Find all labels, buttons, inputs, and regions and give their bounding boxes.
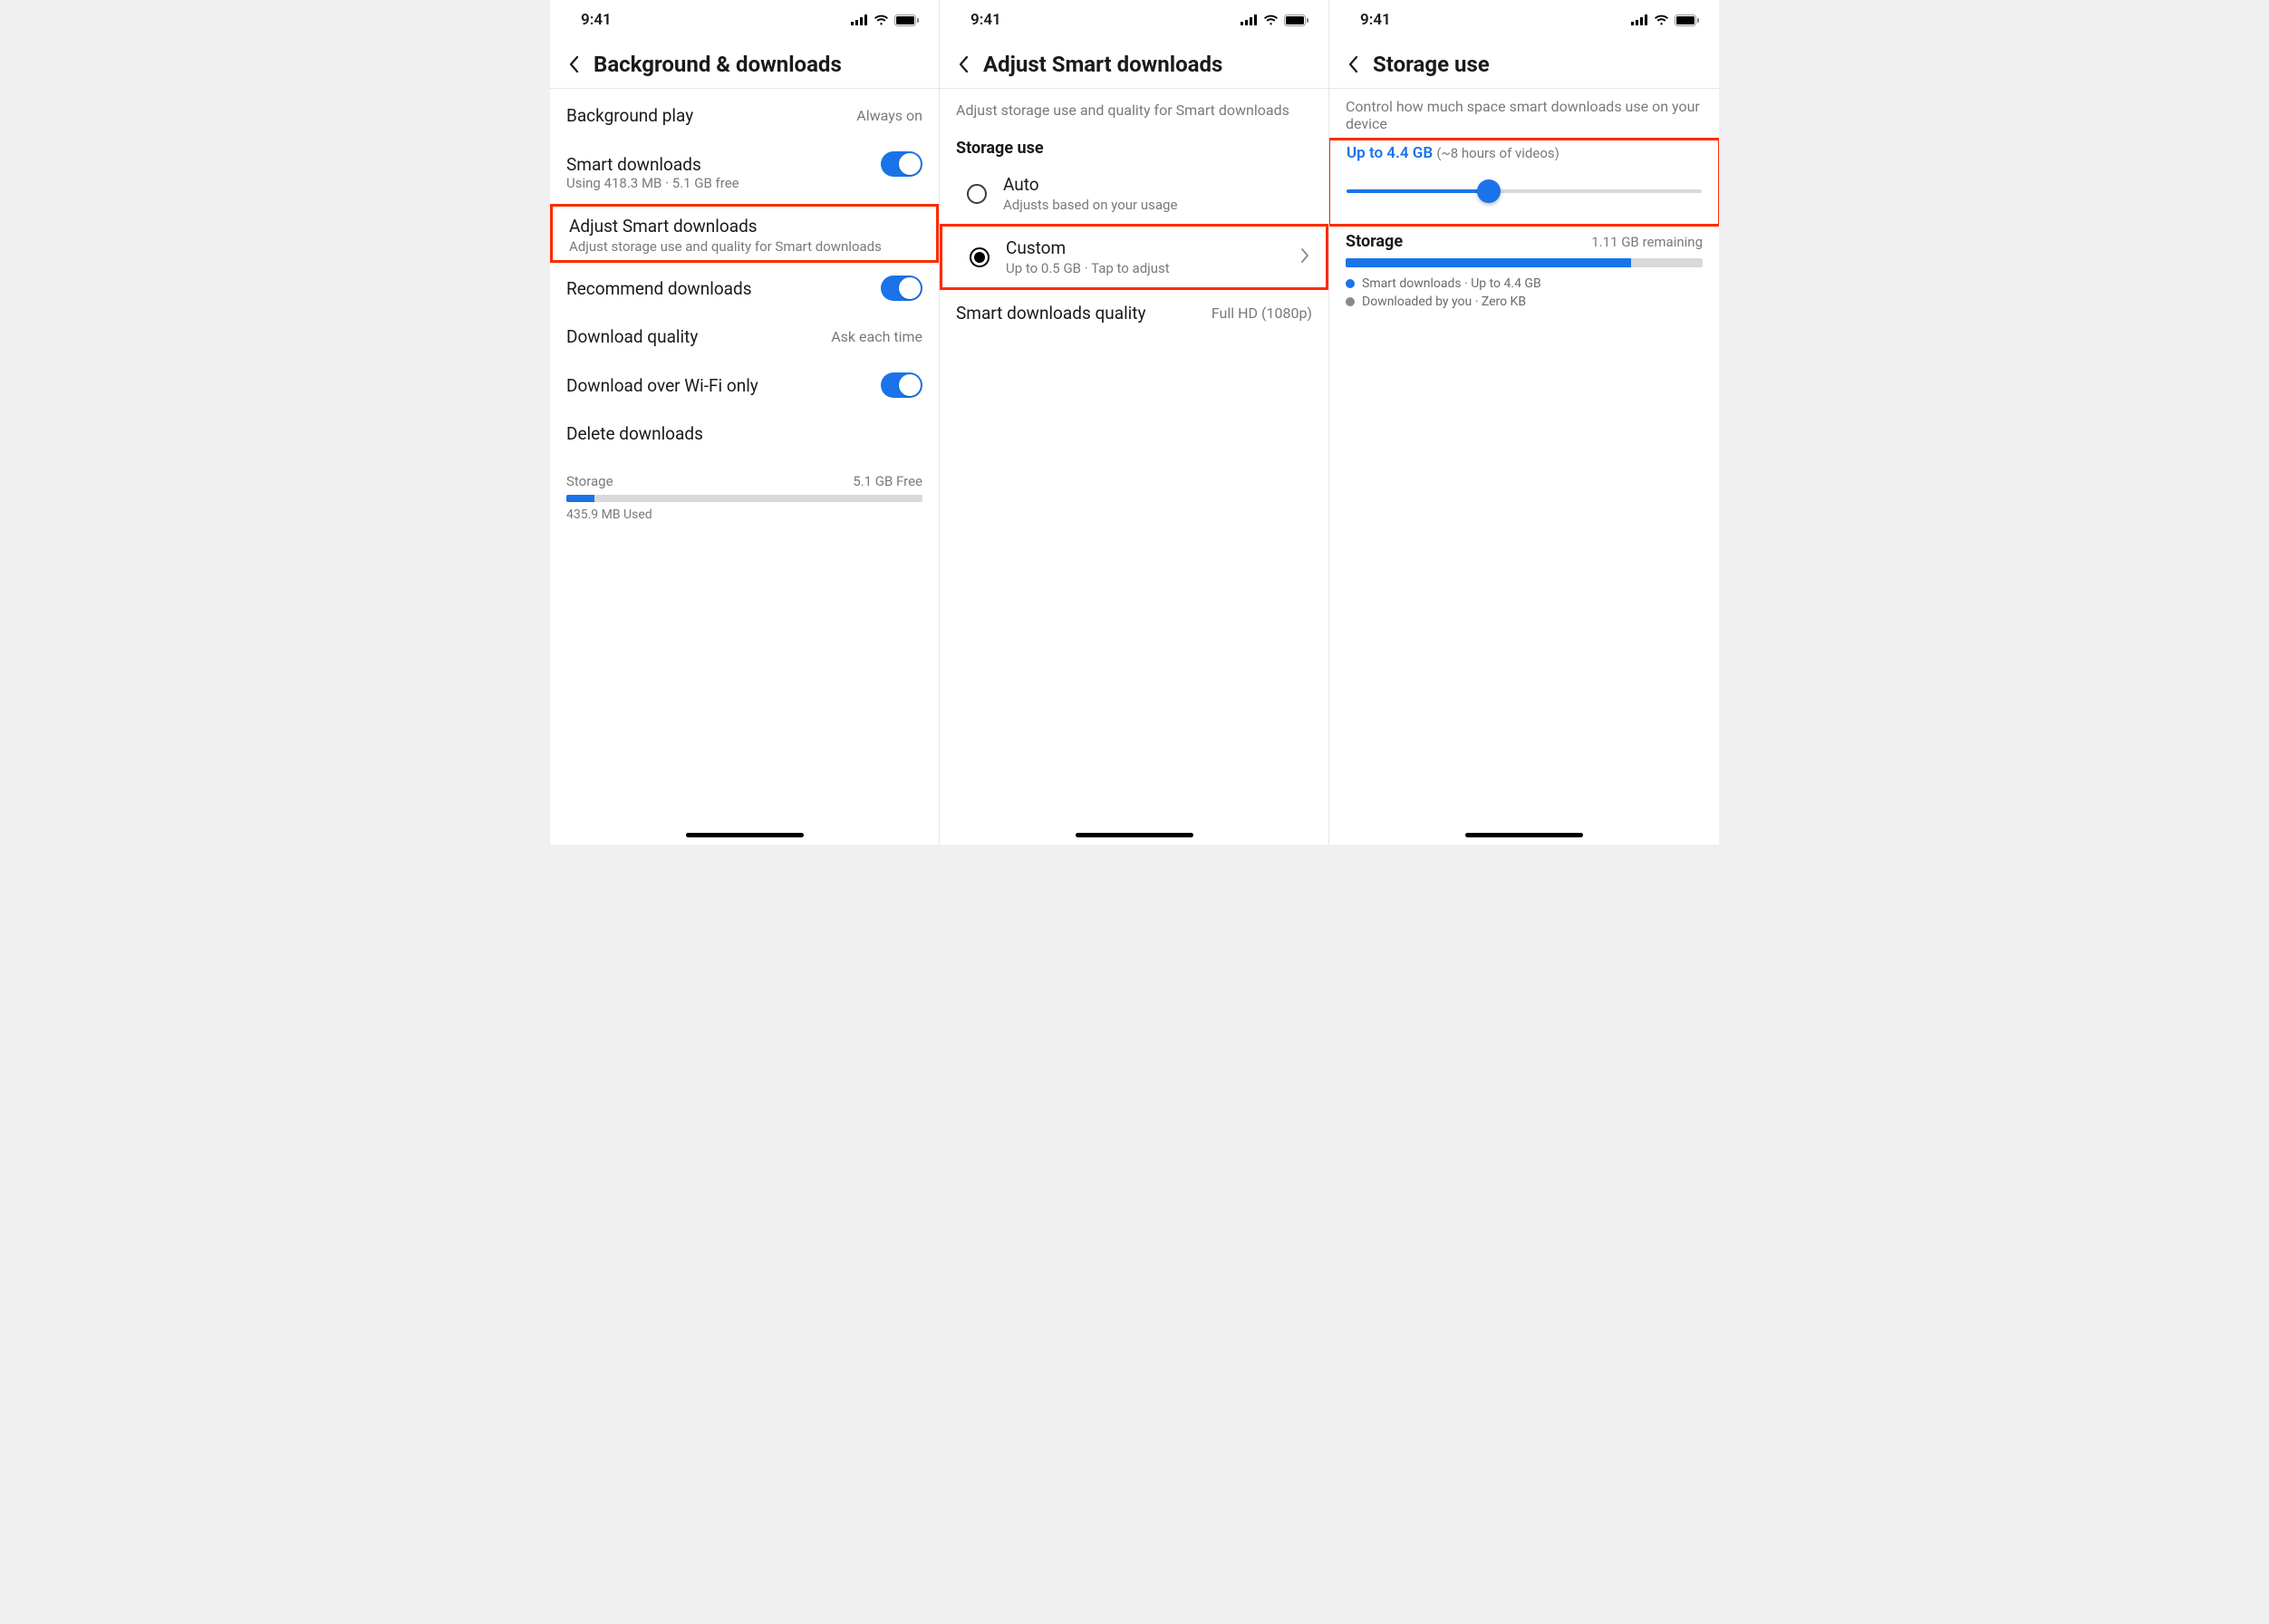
storage-bar xyxy=(566,495,922,502)
wifi-icon xyxy=(874,14,889,25)
custom-label: Custom xyxy=(1006,237,1309,258)
storage-use-section: Storage use xyxy=(940,124,1328,163)
battery-icon xyxy=(1284,14,1308,26)
legend2-text: Downloaded by you · Zero KB xyxy=(1362,295,1526,309)
dot-gray-icon xyxy=(1346,297,1355,306)
status-time: 9:41 xyxy=(1360,11,1391,29)
back-button[interactable] xyxy=(1342,53,1364,75)
custom-sub: Up to 0.5 GB · Tap to adjust xyxy=(1006,260,1309,276)
chevron-left-icon xyxy=(958,55,969,73)
storage-used: 435.9 MB Used xyxy=(566,508,922,522)
storage-section: Storage 5.1 GB Free 435.9 MB Used xyxy=(550,464,939,531)
dl-quality-value: Ask each time xyxy=(831,328,922,345)
delete-downloads-row[interactable]: Delete downloads xyxy=(550,411,939,457)
wifi-icon xyxy=(1654,14,1669,25)
background-play-value: Always on xyxy=(856,107,922,124)
slider-thumb[interactable] xyxy=(1477,179,1501,203)
slider-fill xyxy=(1347,189,1489,193)
status-icons xyxy=(1241,14,1308,26)
status-icons xyxy=(1631,14,1699,26)
smart-downloads-toggle[interactable] xyxy=(881,151,922,177)
page-desc: Control how much space smart downloads u… xyxy=(1329,89,1719,138)
smart-quality-label: Smart downloads quality xyxy=(956,303,1146,324)
legend-smart-downloads: Smart downloads · Up to 4.4 GB xyxy=(1346,276,1703,291)
cellular-icon xyxy=(1631,14,1648,25)
status-time: 9:41 xyxy=(970,11,1001,29)
radio-selected-icon xyxy=(970,247,990,267)
chevron-right-icon xyxy=(1301,248,1309,266)
header: Background & downloads xyxy=(550,40,939,89)
recommend-toggle[interactable] xyxy=(881,276,922,301)
smart-quality-value: Full HD (1080p) xyxy=(1212,304,1312,322)
cellular-icon xyxy=(851,14,868,25)
slider-value: Up to 4.4 GB xyxy=(1347,144,1436,162)
back-button[interactable] xyxy=(952,53,974,75)
auto-sub: Adjusts based on your usage xyxy=(1003,197,1312,213)
dot-blue-icon xyxy=(1346,279,1355,288)
header: Adjust Smart downloads xyxy=(940,40,1328,89)
battery-icon xyxy=(894,14,919,26)
adjust-smart-sub: Adjust storage use and quality for Smart… xyxy=(569,238,920,255)
status-time: 9:41 xyxy=(581,11,612,29)
smart-downloads-sub: Using 418.3 MB · 5.1 GB free xyxy=(550,175,939,204)
screen-background-downloads: 9:41 Background & downloads Background p… xyxy=(550,0,940,845)
header: Storage use xyxy=(1329,40,1719,89)
cellular-icon xyxy=(1241,14,1258,25)
chevron-left-icon xyxy=(1347,55,1358,73)
storage-auto-option[interactable]: Auto Adjusts based on your usage xyxy=(940,163,1328,224)
status-bar: 9:41 xyxy=(1329,0,1719,40)
screen-storage-use: 9:41 Storage use Control how much space … xyxy=(1329,0,1719,845)
radio-unselected-icon xyxy=(967,184,987,204)
slider-note: (~8 hours of videos) xyxy=(1436,145,1559,161)
home-indicator[interactable] xyxy=(686,833,804,837)
smart-quality-row[interactable]: Smart downloads quality Full HD (1080p) xyxy=(940,290,1328,336)
storage-slider[interactable] xyxy=(1347,179,1702,204)
status-icons xyxy=(851,14,919,26)
status-bar: 9:41 xyxy=(940,0,1328,40)
storage-fill xyxy=(566,495,594,502)
auto-label: Auto xyxy=(1003,174,1312,195)
wifi-only-row: Download over Wi-Fi only xyxy=(550,360,939,411)
storage-header: Storage 1.11 GB remaining xyxy=(1329,227,1719,256)
page-title: Background & downloads xyxy=(594,52,842,77)
wifi-icon xyxy=(1263,14,1279,25)
slider-highlight: Up to 4.4 GB (~8 hours of videos) xyxy=(1329,138,1719,227)
background-play-row[interactable]: Background play Always on xyxy=(550,92,939,139)
slider-header: Up to 4.4 GB (~8 hours of videos) xyxy=(1330,140,1718,162)
storage-label: Storage xyxy=(566,473,613,489)
smart-downloads-label: Smart downloads xyxy=(566,154,701,175)
storage-label: Storage xyxy=(1346,232,1403,251)
storage-fill xyxy=(1346,258,1631,267)
storage-free: 5.1 GB Free xyxy=(853,473,922,489)
recommend-downloads-row: Recommend downloads xyxy=(550,263,939,314)
download-quality-row[interactable]: Download quality Ask each time xyxy=(550,314,939,360)
storage-legend: Smart downloads · Up to 4.4 GB Downloade… xyxy=(1329,267,1719,322)
adjust-smart-downloads-row[interactable]: Adjust Smart downloads Adjust storage us… xyxy=(553,207,936,260)
page-title: Storage use xyxy=(1373,52,1490,77)
legend-downloaded-by-you: Downloaded by you · Zero KB xyxy=(1346,295,1703,309)
adjust-smart-highlight: Adjust Smart downloads Adjust storage us… xyxy=(550,204,939,263)
page-title: Adjust Smart downloads xyxy=(983,52,1222,77)
chevron-left-icon xyxy=(568,55,579,73)
screen-adjust-smart: 9:41 Adjust Smart downloads Adjust stora… xyxy=(940,0,1329,845)
battery-icon xyxy=(1675,14,1699,26)
wifi-only-label: Download over Wi-Fi only xyxy=(566,375,758,396)
adjust-smart-label: Adjust Smart downloads xyxy=(569,216,920,237)
home-indicator[interactable] xyxy=(1076,833,1193,837)
recommend-label: Recommend downloads xyxy=(566,278,752,299)
back-button[interactable] xyxy=(563,53,584,75)
storage-remaining: 1.11 GB remaining xyxy=(1591,234,1703,250)
legend1-text: Smart downloads · Up to 4.4 GB xyxy=(1362,276,1541,291)
page-desc: Adjust storage use and quality for Smart… xyxy=(940,89,1328,124)
status-bar: 9:41 xyxy=(550,0,939,40)
delete-label: Delete downloads xyxy=(566,423,703,444)
background-play-label: Background play xyxy=(566,105,693,126)
dl-quality-label: Download quality xyxy=(566,326,698,347)
wifi-only-toggle[interactable] xyxy=(881,372,922,398)
custom-highlight: Custom Up to 0.5 GB · Tap to adjust xyxy=(940,224,1328,290)
home-indicator[interactable] xyxy=(1465,833,1583,837)
storage-custom-option[interactable]: Custom Up to 0.5 GB · Tap to adjust xyxy=(942,227,1326,287)
storage-bar xyxy=(1346,258,1703,267)
